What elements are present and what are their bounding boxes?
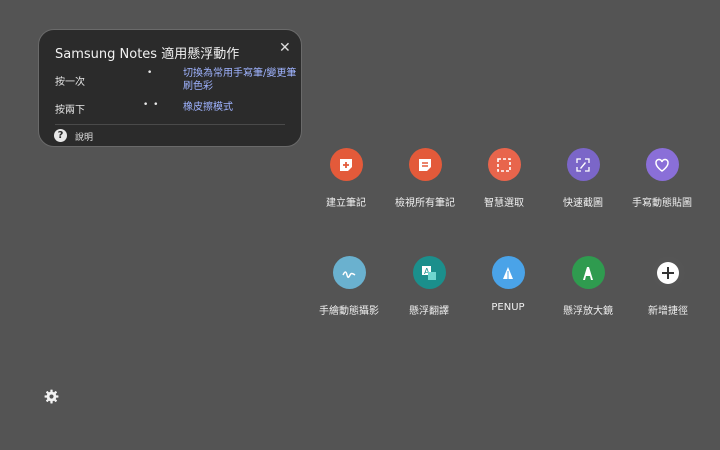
magnify-icon xyxy=(571,256,605,289)
action-label: 建立筆記 xyxy=(326,198,366,209)
action-create-note[interactable]: 建立筆記 xyxy=(306,148,386,209)
action-magnify[interactable]: 懸浮放大鏡 xyxy=(548,256,628,317)
action-view-all-notes[interactable]: 檢視所有筆記 xyxy=(385,148,465,209)
penup-icon xyxy=(491,256,525,289)
single-dot-icon: • xyxy=(147,68,154,78)
action-label: 手繪動態攝影 xyxy=(319,306,379,317)
double-press-action-link[interactable]: 橡皮擦模式 xyxy=(183,101,297,114)
view-notes-icon xyxy=(408,148,442,181)
double-press-label: 按兩下 xyxy=(55,105,85,116)
action-add-shortcut[interactable]: 新增捷徑 xyxy=(628,256,708,317)
smart-select-icon xyxy=(487,148,521,181)
action-label: 檢視所有筆記 xyxy=(395,198,455,209)
help-link[interactable]: 說明 xyxy=(75,130,93,143)
single-press-label: 按一次 xyxy=(55,77,85,88)
divider xyxy=(55,124,285,125)
single-press-action-link[interactable]: 切換為常用手寫筆/變更筆刷色彩 xyxy=(183,67,297,93)
action-label: PENUP xyxy=(491,302,525,313)
action-label: 手寫動態貼圖 xyxy=(632,198,692,209)
action-label: 快速截圖 xyxy=(563,198,603,209)
action-smart-select[interactable]: 智慧選取 xyxy=(464,148,544,209)
action-label: 懸浮放大鏡 xyxy=(563,306,613,317)
translate-icon: A xyxy=(412,256,446,289)
gear-icon[interactable] xyxy=(44,389,59,404)
screen-write-icon xyxy=(566,148,600,181)
air-command-popup: Samsung Notes 適用懸浮動作 ✕ 按一次 • 切換為常用手寫筆/變更… xyxy=(38,29,302,147)
live-message-icon xyxy=(645,148,679,181)
action-screen-write[interactable]: 快速截圖 xyxy=(543,148,623,209)
double-dot-icon: • • xyxy=(143,100,160,110)
create-note-icon xyxy=(329,148,363,181)
action-live-message[interactable]: 手寫動態貼圖 xyxy=(622,148,702,209)
add-icon xyxy=(651,256,685,289)
close-icon[interactable]: ✕ xyxy=(279,41,291,55)
action-translate[interactable]: A 懸浮翻譯 xyxy=(389,256,469,317)
action-penup[interactable]: PENUP xyxy=(468,256,548,313)
action-label: 懸浮翻譯 xyxy=(409,306,449,317)
action-label: 新增捷徑 xyxy=(648,306,688,317)
action-label: 智慧選取 xyxy=(484,198,524,209)
popup-title: Samsung Notes 適用懸浮動作 xyxy=(55,47,240,62)
ar-doodle-icon xyxy=(332,256,366,289)
action-ar-doodle[interactable]: 手繪動態攝影 xyxy=(309,256,389,317)
help-icon[interactable]: ? xyxy=(54,129,67,142)
